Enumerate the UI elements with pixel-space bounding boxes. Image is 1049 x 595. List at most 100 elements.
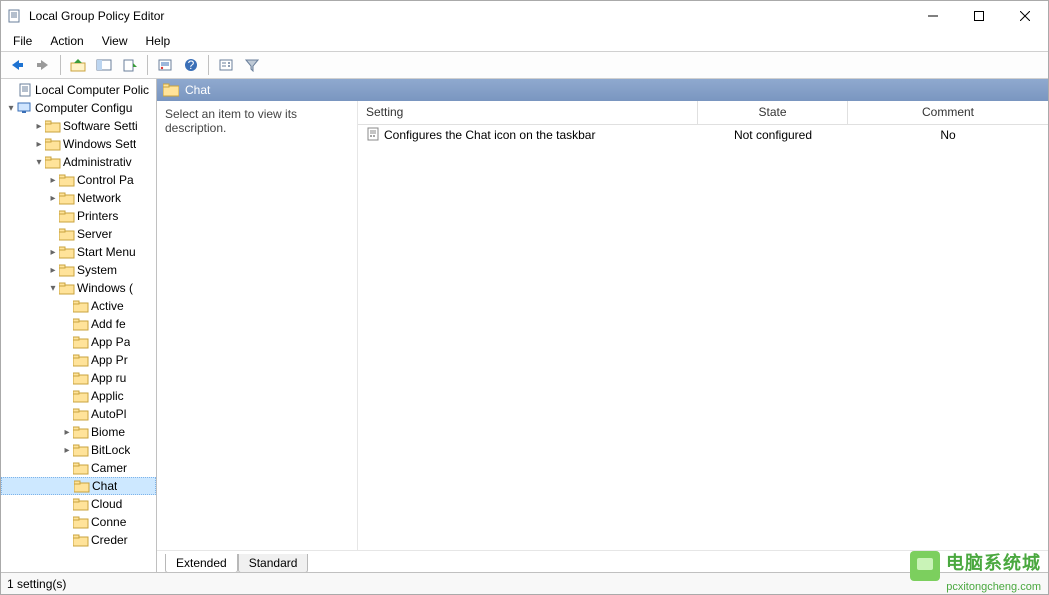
folder-icon [59, 209, 75, 223]
tree-item-label: Start Menu [77, 245, 136, 259]
setting-comment: No [848, 128, 1048, 142]
show-hide-tree-button[interactable] [92, 54, 116, 76]
menubar: File Action View Help [1, 31, 1048, 51]
up-level-button[interactable] [66, 54, 90, 76]
tree-item-label: Administrativ [63, 155, 132, 169]
column-setting[interactable]: Setting [358, 101, 698, 124]
tree-item-label: Biome [91, 425, 125, 439]
tree-item-1[interactable]: ▸Windows Sett [1, 135, 156, 153]
tab-extended[interactable]: Extended [165, 554, 238, 572]
folder-icon [59, 245, 75, 259]
folder-icon [73, 371, 89, 385]
tree-item-15[interactable]: ▸Applic [1, 387, 156, 405]
tree-item-label: AutoPl [91, 407, 126, 421]
tree-item-label: App Pa [91, 335, 130, 349]
tree-item-16[interactable]: ▸AutoPl [1, 405, 156, 423]
tree-item-label: Printers [77, 209, 118, 223]
menu-action[interactable]: Action [42, 32, 91, 50]
tree-item-label: Cloud [91, 497, 122, 511]
tree-item-7[interactable]: ▸Start Menu [1, 243, 156, 261]
column-state[interactable]: State [698, 101, 848, 124]
policy-icon [366, 127, 380, 144]
folder-icon [73, 515, 89, 529]
list-row[interactable]: Configures the Chat icon on the taskbar … [358, 125, 1048, 145]
tree-item-22[interactable]: ▸Conne [1, 513, 156, 531]
menu-help[interactable]: Help [138, 32, 179, 50]
folder-icon [45, 155, 61, 169]
tree-item-label: Conne [91, 515, 126, 529]
folder-icon [59, 173, 75, 187]
folder-icon [17, 83, 33, 97]
folder-icon [45, 119, 61, 133]
titlebar: Local Group Policy Editor [1, 1, 1048, 31]
properties-button[interactable] [153, 54, 177, 76]
maximize-button[interactable] [956, 1, 1002, 31]
folder-icon [73, 443, 89, 457]
tree-item-12[interactable]: ▸App Pa [1, 333, 156, 351]
tree-item-23[interactable]: ▸Creder [1, 531, 156, 549]
statusbar: 1 setting(s) [1, 572, 1048, 594]
tree-item-0[interactable]: ▸Software Setti [1, 117, 156, 135]
details-header: Chat [157, 79, 1048, 101]
tree-item-label: Add fe [91, 317, 126, 331]
tree-item-4[interactable]: ▸Network [1, 189, 156, 207]
folder-icon [73, 299, 89, 313]
forward-button[interactable] [31, 54, 55, 76]
tree-item-17[interactable]: ▸Biome [1, 423, 156, 441]
tree-item-9[interactable]: ▾Windows ( [1, 279, 156, 297]
tree-item-5[interactable]: ▸Printers [1, 207, 156, 225]
back-button[interactable] [5, 54, 29, 76]
export-list-button[interactable] [118, 54, 142, 76]
tree-item-label: App ru [91, 371, 126, 385]
folder-icon [73, 461, 89, 475]
close-button[interactable] [1002, 1, 1048, 31]
tree-item-10[interactable]: ▸Active [1, 297, 156, 315]
tree-item-18[interactable]: ▸BitLock [1, 441, 156, 459]
tree-item-label: Network [77, 191, 121, 205]
tab-standard[interactable]: Standard [238, 554, 309, 572]
tree-item-label: Creder [91, 533, 128, 547]
policy-settings-button[interactable] [214, 54, 238, 76]
folder-icon [59, 281, 75, 295]
tree-computer-config[interactable]: ▾Computer Configu [1, 99, 156, 117]
tree-root[interactable]: ▸Local Computer Polic [1, 81, 156, 99]
tree-item-13[interactable]: ▸App Pr [1, 351, 156, 369]
minimize-button[interactable] [910, 1, 956, 31]
tree-item-label: Windows Sett [63, 137, 136, 151]
column-comment[interactable]: Comment [848, 101, 1048, 124]
folder-icon [73, 335, 89, 349]
tree-item-label: BitLock [91, 443, 130, 457]
tree-item-21[interactable]: ▸Cloud [1, 495, 156, 513]
tree-item-label: Computer Configu [35, 101, 132, 115]
svg-text:?: ? [188, 58, 195, 72]
status-text: 1 setting(s) [7, 577, 66, 591]
tree-item-label: Server [77, 227, 112, 241]
menu-view[interactable]: View [94, 32, 136, 50]
folder-icon [73, 407, 89, 421]
folder-icon [74, 479, 90, 493]
tree-item-2[interactable]: ▾Administrativ [1, 153, 156, 171]
description-column: Select an item to view its description. [157, 101, 357, 550]
folder-icon [59, 227, 75, 241]
tree-panel[interactable]: ▸Local Computer Polic▾Computer Configu▸S… [1, 79, 157, 572]
tree-item-label: Control Pa [77, 173, 134, 187]
folder-icon [45, 137, 61, 151]
tree-item-6[interactable]: ▸Server [1, 225, 156, 243]
menu-file[interactable]: File [5, 32, 40, 50]
tree-item-11[interactable]: ▸Add fe [1, 315, 156, 333]
help-button[interactable]: ? [179, 54, 203, 76]
tree-item-label: Camer [91, 461, 127, 475]
filter-button[interactable] [240, 54, 264, 76]
folder-icon [73, 497, 89, 511]
tree-item-label: Local Computer Polic [35, 83, 149, 97]
tree-item-20[interactable]: ▸Chat [1, 477, 156, 495]
tree-item-8[interactable]: ▸System [1, 261, 156, 279]
folder-icon [73, 389, 89, 403]
tree-item-14[interactable]: ▸App ru [1, 369, 156, 387]
tree-item-label: Chat [92, 479, 117, 493]
setting-state: Not configured [698, 128, 848, 142]
tree-item-19[interactable]: ▸Camer [1, 459, 156, 477]
tree-item-3[interactable]: ▸Control Pa [1, 171, 156, 189]
folder-icon [163, 83, 179, 97]
details-header-title: Chat [185, 83, 210, 97]
